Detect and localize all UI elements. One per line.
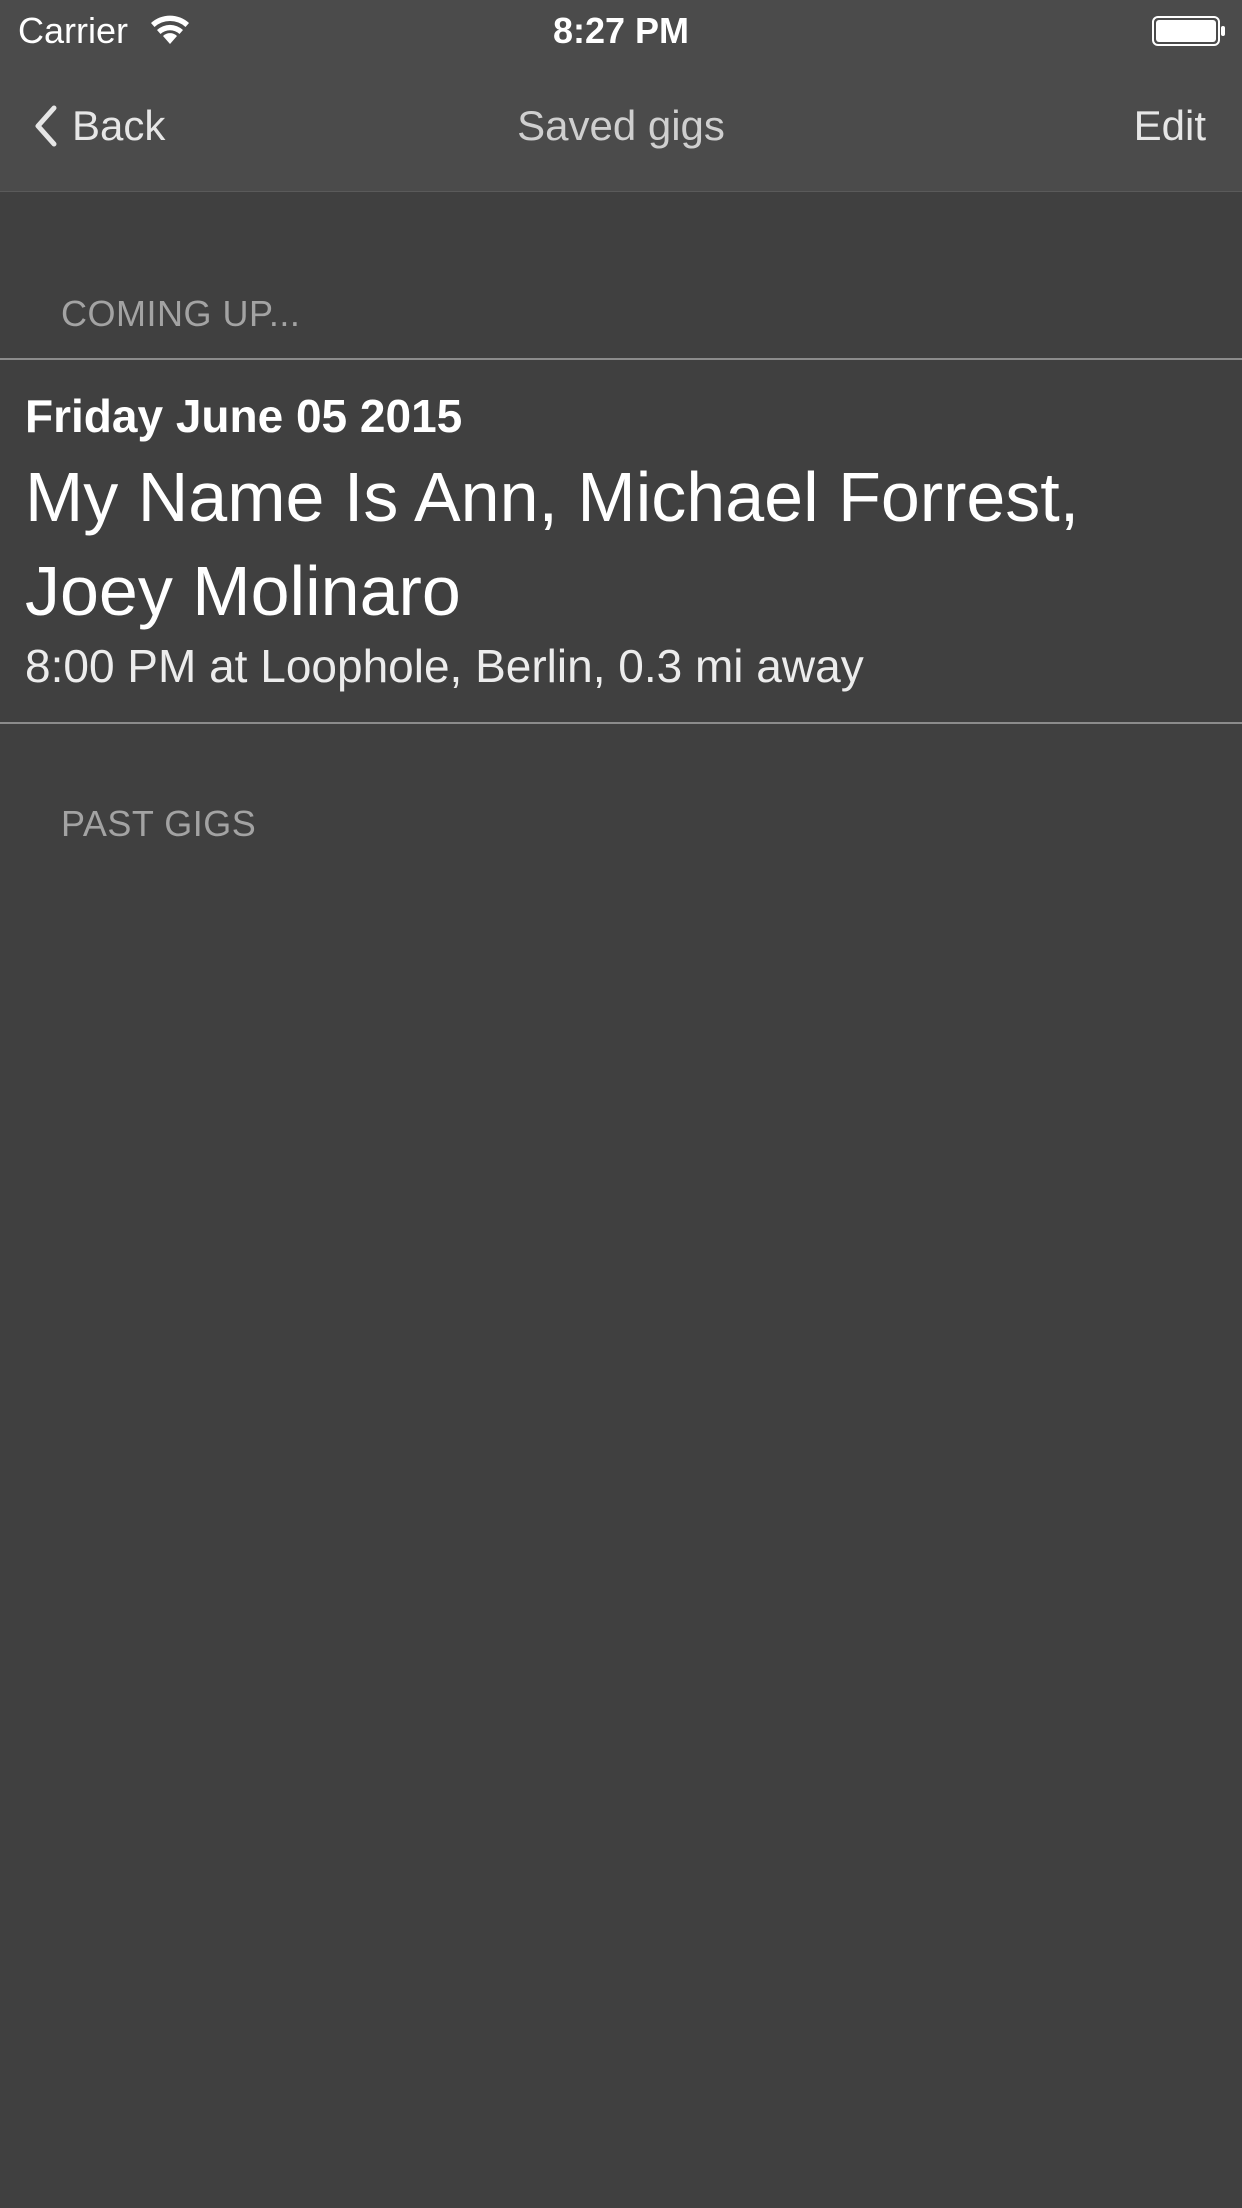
status-bar: Carrier 8:27 PM: [0, 0, 1242, 60]
chevron-left-icon: [35, 105, 57, 147]
section-header-coming-up: COMING UP...: [61, 293, 301, 334]
gig-date: Friday June 05 2015: [25, 390, 463, 442]
page-title: Saved gigs: [517, 102, 725, 149]
gig-artists: My Name Is Ann, Michael Forrest, Joey Mo…: [25, 458, 1080, 630]
status-time: 8:27 PM: [552, 10, 690, 51]
gig-list-item[interactable]: Friday June 05 2015 My Name Is Ann, Mich…: [0, 360, 1242, 722]
gig-details: 8:00 PM at Loophole, Berlin, 0.3 mi away: [25, 640, 864, 692]
navigation-bar: Back Saved gigs Edit: [0, 60, 1242, 192]
section-header-past-gigs: PAST GIGS: [61, 803, 257, 844]
edit-button[interactable]: Edit: [1134, 98, 1206, 154]
back-button[interactable]: Back: [32, 98, 165, 154]
divider: [0, 722, 1242, 724]
back-button-label: Back: [72, 102, 166, 149]
battery-icon: [1152, 16, 1225, 46]
